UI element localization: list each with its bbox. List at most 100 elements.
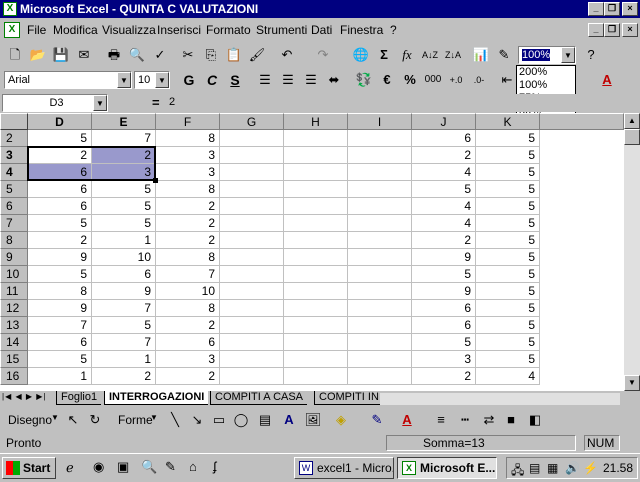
col-header-h[interactable]: H xyxy=(284,113,348,130)
format-painter-icon[interactable]: 🖌 xyxy=(246,44,268,66)
cell-k5[interactable]: 5 xyxy=(476,181,540,198)
cell-k16[interactable]: 4 xyxy=(476,368,540,385)
cell-g12[interactable] xyxy=(220,300,284,317)
restore-button[interactable]: ❐ xyxy=(604,2,620,16)
fill-handle[interactable] xyxy=(153,178,158,183)
tray-network-icon[interactable]: 🖧 xyxy=(511,461,524,482)
sheet-tab[interactable]: INTERROGAZIONI xyxy=(104,391,209,405)
arrow-style-icon[interactable]: ⇄ xyxy=(478,409,500,431)
cell-k7[interactable]: 5 xyxy=(476,215,540,232)
cell-d5[interactable]: 6 xyxy=(28,181,92,198)
quicklaunch-desktop-icon[interactable]: ▣ xyxy=(117,459,129,475)
col-header-f[interactable]: F xyxy=(156,113,220,130)
cell-f10[interactable]: 7 xyxy=(156,266,220,283)
cell-h6[interactable] xyxy=(284,198,348,215)
menu-formato[interactable]: Formato xyxy=(206,23,251,37)
oval-icon[interactable]: ◯ xyxy=(230,409,252,431)
cell-i6[interactable] xyxy=(348,198,412,215)
cell-i7[interactable] xyxy=(348,215,412,232)
cell-i3[interactable] xyxy=(348,147,412,164)
sort-descending-icon[interactable]: Z↓A xyxy=(442,44,464,66)
sheet-tab[interactable]: COMPITI A CASA xyxy=(210,391,308,405)
cell-g14[interactable] xyxy=(220,334,284,351)
cell-d9[interactable]: 9 xyxy=(28,249,92,266)
cell-h15[interactable] xyxy=(284,351,348,368)
cell-e2[interactable]: 7 xyxy=(92,130,156,147)
cell-e9[interactable]: 10 xyxy=(92,249,156,266)
cell-h11[interactable] xyxy=(284,283,348,300)
cell-j11[interactable]: 9 xyxy=(412,283,476,300)
autoshapes-arrow-icon[interactable]: ▼ xyxy=(150,413,158,422)
cell-g5[interactable] xyxy=(220,181,284,198)
excel-app-icon[interactable]: X xyxy=(3,2,17,16)
cell-j4[interactable]: 4 xyxy=(412,164,476,181)
workbook-icon[interactable]: X xyxy=(4,22,20,38)
cell-j12[interactable]: 6 xyxy=(412,300,476,317)
cell-h3[interactable] xyxy=(284,147,348,164)
cell-i16[interactable] xyxy=(348,368,412,385)
cell-e8[interactable]: 1 xyxy=(92,232,156,249)
sheet-tab[interactable]: Foglio1 xyxy=(56,391,102,405)
zoom-option[interactable]: 100% xyxy=(517,79,575,92)
cell-h7[interactable] xyxy=(284,215,348,232)
autosum-icon[interactable]: Σ xyxy=(373,44,395,66)
close-button[interactable]: × xyxy=(622,2,638,16)
line-style-icon[interactable]: ≡ xyxy=(430,409,452,431)
cell-e6[interactable]: 5 xyxy=(92,198,156,215)
cell-f9[interactable]: 8 xyxy=(156,249,220,266)
cell-e10[interactable]: 6 xyxy=(92,266,156,283)
cell-k10[interactable]: 5 xyxy=(476,266,540,283)
menu-help[interactable]: ? xyxy=(390,23,397,37)
cell-i15[interactable] xyxy=(348,351,412,368)
cell-d15[interactable]: 5 xyxy=(28,351,92,368)
row-header[interactable]: 5 xyxy=(0,181,28,198)
cell-k2[interactable]: 5 xyxy=(476,130,540,147)
cell-k11[interactable]: 5 xyxy=(476,283,540,300)
cell-g7[interactable] xyxy=(220,215,284,232)
cell-f15[interactable]: 3 xyxy=(156,351,220,368)
arrow-icon[interactable]: ↘ xyxy=(186,409,208,431)
cell-g4[interactable] xyxy=(220,164,284,181)
cell-k14[interactable]: 5 xyxy=(476,334,540,351)
scroll-up-icon[interactable]: ▲ xyxy=(624,113,640,129)
cell-k15[interactable]: 5 xyxy=(476,351,540,368)
row-header[interactable]: 7 xyxy=(0,215,28,232)
draw-menu-arrow-icon[interactable]: ▼ xyxy=(51,413,59,422)
spelling-icon[interactable]: ✓ xyxy=(149,44,171,66)
vertical-scrollbar[interactable]: ▲ ▼ xyxy=(624,113,640,391)
col-header-k[interactable]: K xyxy=(476,113,540,130)
cell-d10[interactable]: 5 xyxy=(28,266,92,283)
cell-j10[interactable]: 5 xyxy=(412,266,476,283)
cell-h5[interactable] xyxy=(284,181,348,198)
chart-wizard-icon[interactable]: 📊 xyxy=(470,44,492,66)
cell-h10[interactable] xyxy=(284,266,348,283)
cell-j3[interactable]: 2 xyxy=(412,147,476,164)
zoom-combo[interactable]: 100% ▼ xyxy=(518,46,576,64)
col-header-d[interactable]: D xyxy=(28,113,92,130)
cell-j16[interactable]: 2 xyxy=(412,368,476,385)
sort-ascending-icon[interactable]: A↓Z xyxy=(419,44,441,66)
shadow-icon[interactable]: ■ xyxy=(500,409,522,431)
cell-j8[interactable]: 2 xyxy=(412,232,476,249)
row-header[interactable]: 2 xyxy=(0,130,28,147)
align-center-icon[interactable]: ☰ xyxy=(277,69,299,91)
cell-k13[interactable]: 5 xyxy=(476,317,540,334)
start-button[interactable]: Start xyxy=(2,457,56,479)
copy-icon[interactable]: ⎘ xyxy=(200,44,222,66)
italic-button[interactable]: C xyxy=(201,69,223,91)
print-icon[interactable]: 🖶 xyxy=(103,44,125,66)
cell-g8[interactable] xyxy=(220,232,284,249)
cell-g16[interactable] xyxy=(220,368,284,385)
tray-volume-icon[interactable]: 🔊 xyxy=(565,461,580,475)
task-microsoft-excel[interactable]: X Microsoft E... xyxy=(397,457,497,479)
wordart-icon[interactable]: A xyxy=(278,409,300,431)
tray-clock[interactable]: 21.58 xyxy=(603,461,633,475)
new-icon[interactable]: 🗋 xyxy=(4,44,26,66)
font-color-icon[interactable]: A xyxy=(596,69,618,91)
cell-g11[interactable] xyxy=(220,283,284,300)
tray-battery-icon[interactable]: ⚡ xyxy=(583,461,598,475)
open-icon[interactable]: 📂 xyxy=(27,44,49,66)
col-header-j[interactable]: J xyxy=(412,113,476,130)
cell-e12[interactable]: 7 xyxy=(92,300,156,317)
cell-i9[interactable] xyxy=(348,249,412,266)
